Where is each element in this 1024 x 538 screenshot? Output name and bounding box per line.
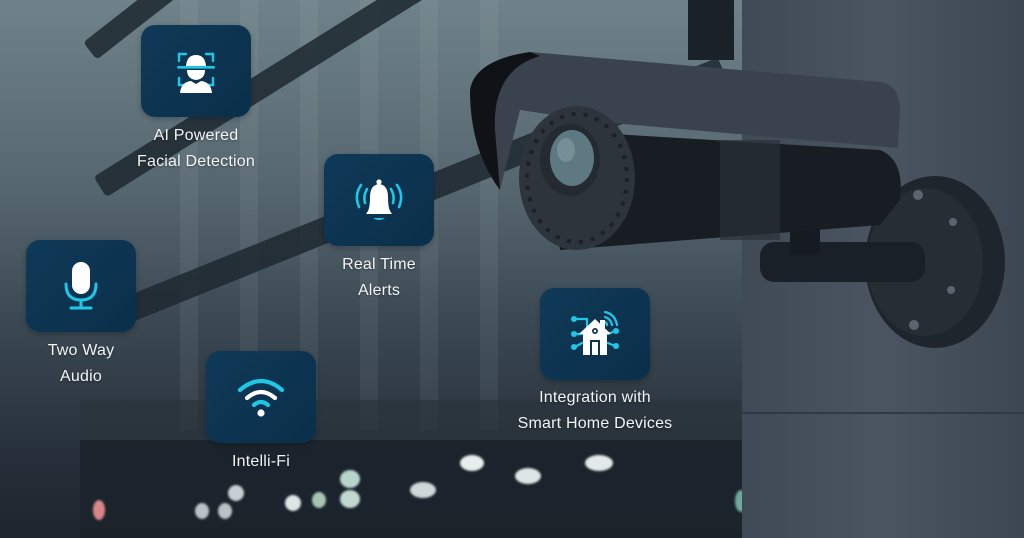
label-line: Smart Home Devices — [517, 415, 673, 432]
feature-tile-real-time-alerts[interactable] — [324, 154, 434, 246]
camera-ridges — [720, 140, 780, 240]
label-line: Audio — [60, 368, 102, 385]
mount-screw — [913, 190, 923, 200]
feature-label-smart-home-integration: Integration with Smart Home Devices — [490, 385, 700, 437]
mount-arm — [760, 242, 925, 282]
label-line: Intelli-Fi — [231, 453, 290, 470]
feature-label-real-time-alerts: Real Time Alerts — [309, 252, 449, 304]
feature-tile-smart-home-integration[interactable] — [540, 288, 650, 380]
microphone-icon — [61, 260, 101, 312]
smart-home-icon — [569, 309, 621, 359]
label-line: Alerts — [357, 282, 401, 299]
face-scan-icon — [174, 49, 218, 93]
label-line: Two Way — [47, 342, 115, 359]
label-line: Facial Detection — [137, 153, 255, 170]
mount-screw — [909, 320, 919, 330]
mount-screw — [949, 218, 957, 226]
feature-label-facial-detection: AI Powered Facial Detection — [116, 123, 276, 175]
feature-label-two-way-audio: Two Way Audio — [11, 338, 151, 390]
label-line: Integration with — [539, 389, 651, 406]
wifi-icon — [236, 376, 286, 418]
bell-icon — [351, 177, 407, 223]
mount-screw — [947, 286, 955, 294]
feature-tile-intelli-fi[interactable] — [206, 351, 316, 443]
label-line: Real Time — [342, 256, 416, 273]
label-line: AI Powered — [153, 127, 239, 144]
feature-label-intelli-fi: Intelli-Fi — [191, 449, 331, 475]
feature-tile-two-way-audio[interactable] — [26, 240, 136, 332]
feature-tile-facial-detection[interactable] — [141, 25, 251, 117]
lens-reflection — [557, 138, 575, 162]
